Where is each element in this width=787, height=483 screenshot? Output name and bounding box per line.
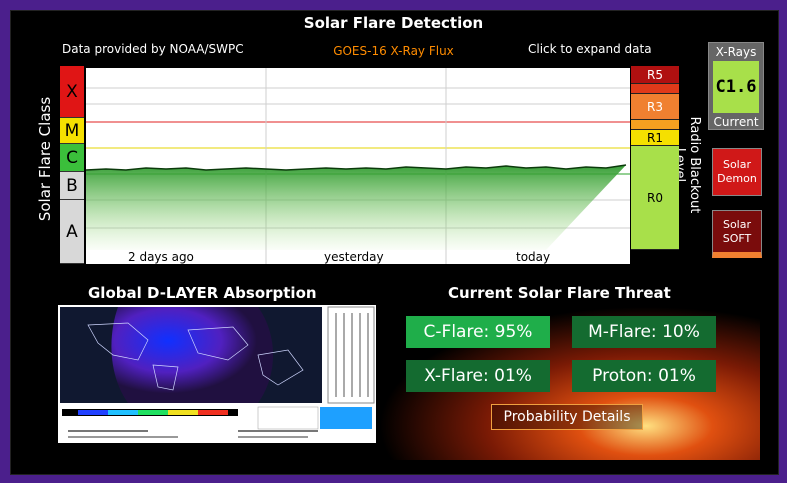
r2-band — [631, 120, 679, 130]
class-a-band: A — [60, 200, 84, 264]
r3-band: R3 — [631, 94, 679, 120]
c-flare-probability: C-Flare: 95% — [406, 316, 550, 348]
class-c-band: C — [60, 144, 84, 172]
class-m-band: M — [60, 118, 84, 144]
xray-flux-chart[interactable] — [86, 68, 630, 264]
r4-band — [631, 84, 679, 94]
r3-label: R3 — [647, 99, 663, 114]
solar-soft-button[interactable]: Solar SOFT — [712, 210, 762, 258]
xray-caption: Current — [713, 115, 759, 129]
class-x-label: X — [66, 81, 78, 102]
r5-label: R5 — [647, 67, 663, 82]
r1-label: R1 — [647, 130, 663, 145]
class-a-label: A — [66, 221, 78, 242]
time-axis: 2 days ago yesterday today — [86, 250, 630, 266]
xray-flux-plot — [86, 68, 630, 264]
m-flare-probability: M-Flare: 10% — [572, 316, 716, 348]
radio-blackout-scale: R5 R3 R1 R0 — [631, 66, 679, 250]
xray-value: C1.6 — [713, 61, 759, 113]
solar-soft-line2: SOFT — [722, 231, 752, 245]
class-b-band: B — [60, 172, 84, 200]
flux-area — [86, 165, 626, 250]
class-x-band: X — [60, 66, 84, 118]
expand-data-link[interactable]: Click to expand data — [528, 42, 652, 56]
solar-demon-line1: Solar — [722, 158, 752, 171]
xray-title: X-Rays — [715, 45, 757, 59]
solar-soft-line1: Solar — [722, 217, 752, 231]
current-xray-box[interactable]: X-Rays C1.6 Current — [708, 42, 764, 130]
class-c-label: C — [66, 147, 78, 168]
dlayer-absorption-map[interactable] — [58, 305, 376, 443]
widget-title: Solar Flare Detection — [303, 14, 484, 32]
flare-class-scale: X M C B A — [60, 66, 84, 264]
threat-title: Current Solar Flare Threat — [448, 284, 671, 302]
chart-subtitle: GOES-16 X-Ray Flux — [333, 44, 454, 58]
flare-class-axis-label: Solar Flare Class — [36, 96, 54, 222]
solar-demon-button[interactable]: Solar Demon — [712, 148, 762, 196]
r5-band: R5 — [631, 66, 679, 84]
class-m-label: M — [64, 120, 80, 141]
proton-probability: Proton: 01% — [572, 360, 716, 392]
r0-label: R0 — [647, 190, 663, 205]
dlayer-title: Global D-LAYER Absorption — [88, 284, 317, 302]
class-b-label: B — [66, 175, 78, 196]
tick-today: today — [516, 250, 551, 264]
r0-band: R0 — [631, 146, 679, 250]
probability-details-button[interactable]: Probability Details — [491, 404, 643, 430]
solar-demon-line2: Demon — [717, 172, 757, 185]
dlayer-map-image — [60, 306, 375, 438]
x-flare-probability: X-Flare: 01% — [406, 360, 550, 392]
r1-band: R1 — [631, 130, 679, 146]
tick-yesterday: yesterday — [324, 250, 384, 264]
tick-2-days-ago: 2 days ago — [128, 250, 194, 264]
